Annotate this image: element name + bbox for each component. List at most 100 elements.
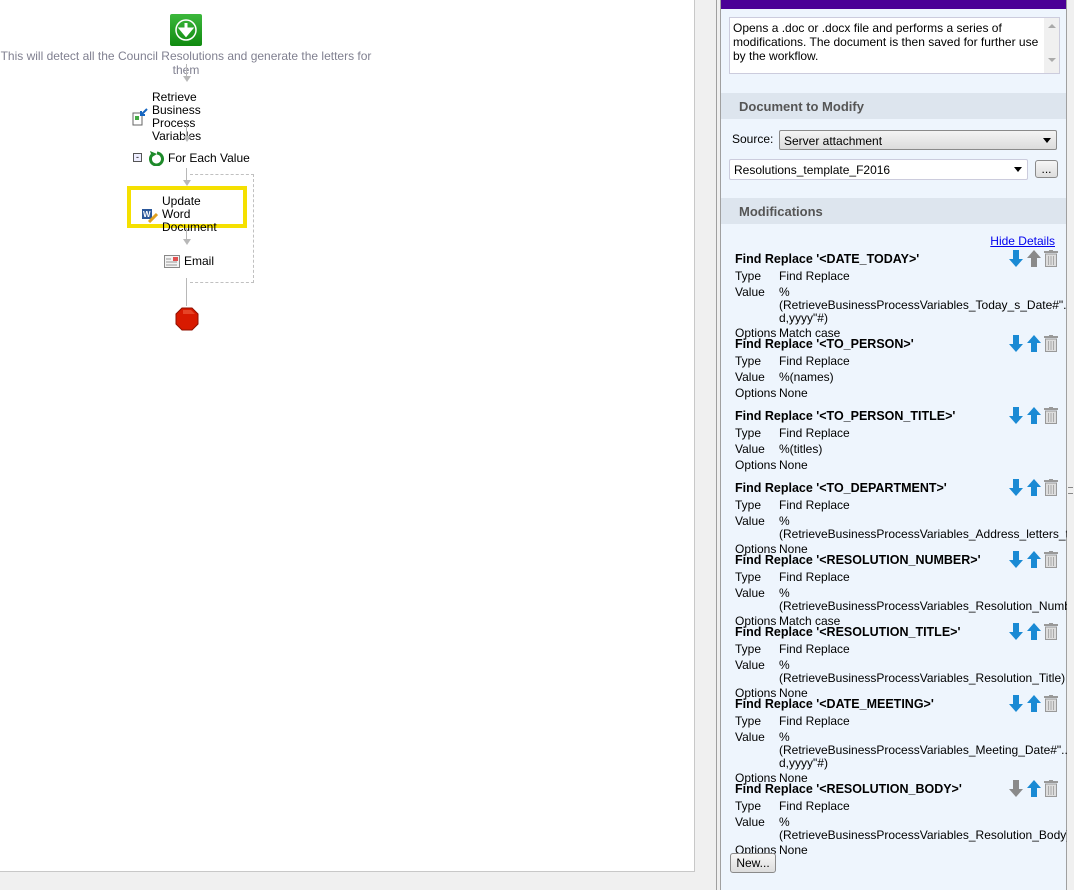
- value-label: Value: [735, 442, 765, 456]
- delete-icon[interactable]: [1044, 407, 1058, 424]
- modification-actions: [1008, 407, 1058, 424]
- panel-scrollbar[interactable]: [1067, 0, 1074, 890]
- delete-icon[interactable]: [1044, 479, 1058, 496]
- move-down-icon[interactable]: [1008, 780, 1024, 797]
- value-label: Value: [735, 285, 765, 299]
- modification-item[interactable]: Find Replace '<TO_PERSON>' Type Find Repl…: [735, 335, 1060, 401]
- email-icon: [164, 255, 180, 268]
- move-down-icon[interactable]: [1008, 695, 1024, 712]
- modification-item[interactable]: Find Replace '<DATE_TODAY>' Type Find Rep…: [735, 250, 1074, 341]
- modification-item[interactable]: Find Replace '<TO_DEPARTMENT>' Type Find …: [735, 479, 1074, 557]
- type-value: Find Replace: [779, 426, 850, 440]
- value-label: Value: [735, 370, 765, 384]
- value-value: %(names): [779, 370, 834, 384]
- move-up-icon[interactable]: [1026, 551, 1042, 568]
- move-down-icon[interactable]: [1008, 479, 1024, 496]
- step-update-word-document[interactable]: W Update Word Document: [142, 195, 232, 234]
- options-value: None: [779, 458, 808, 472]
- type-value: Find Replace: [779, 799, 850, 813]
- file-select[interactable]: Resolutions_template_F2016: [729, 159, 1028, 180]
- move-down-icon[interactable]: [1008, 623, 1024, 640]
- value-label: Value: [735, 730, 765, 744]
- delete-icon[interactable]: [1044, 780, 1058, 797]
- modification-item[interactable]: Find Replace '<RESOLUTION_BODY>' Type Fin…: [735, 780, 1071, 858]
- modification-actions: [1008, 250, 1058, 267]
- description-box[interactable]: Opens a .doc or .docx file and performs …: [729, 17, 1060, 74]
- delete-icon[interactable]: [1044, 551, 1058, 568]
- move-up-icon[interactable]: [1026, 479, 1042, 496]
- modification-item[interactable]: Find Replace '<DATE_MEETING>' Type Find R…: [735, 695, 1072, 786]
- move-up-icon[interactable]: [1026, 780, 1042, 797]
- move-down-icon[interactable]: [1008, 335, 1024, 352]
- splitter[interactable]: [716, 0, 717, 890]
- value-value: %(RetrieveBusinessProcessVariables_Resol…: [779, 586, 1074, 613]
- step-for-each[interactable]: For Each Value: [148, 150, 250, 166]
- move-up-icon[interactable]: [1026, 623, 1042, 640]
- modification-actions: [1008, 623, 1058, 640]
- value-value: %(RetrieveBusinessProcessVariables_Meeti…: [779, 730, 1072, 770]
- document-section-header: Document to Modify: [721, 93, 1066, 119]
- delete-icon[interactable]: [1044, 335, 1058, 352]
- step-label: Retrieve Business Process Variables: [152, 90, 202, 143]
- description-text: Opens a .doc or .docx file and performs …: [733, 21, 1039, 63]
- new-modification-button[interactable]: New...: [730, 853, 776, 873]
- move-down-icon[interactable]: [1008, 250, 1024, 267]
- hide-details-link[interactable]: Hide Details: [990, 234, 1055, 248]
- svg-text:W: W: [143, 210, 151, 219]
- properties-panel: Opens a .doc or .docx file and performs …: [720, 0, 1074, 890]
- word-document-icon: W: [142, 208, 158, 223]
- start-icon[interactable]: [170, 14, 202, 46]
- value-value: %(RetrieveBusinessProcessVariables_Today…: [779, 285, 1074, 325]
- type-label: Type: [735, 354, 762, 368]
- type-label: Type: [735, 714, 762, 728]
- options-label: Options: [735, 458, 777, 472]
- type-label: Type: [735, 642, 762, 656]
- value-label: Value: [735, 586, 765, 600]
- step-email[interactable]: Email: [164, 255, 214, 268]
- move-up-icon[interactable]: [1026, 407, 1042, 424]
- value-label: Value: [735, 514, 765, 528]
- stop-icon[interactable]: [175, 307, 199, 334]
- step-label: Email: [184, 254, 215, 268]
- options-label: Options: [735, 386, 777, 400]
- loop-icon: [149, 151, 164, 166]
- source-value: Server attachment: [784, 134, 883, 148]
- value-value: %(titles): [779, 442, 823, 456]
- retrieve-variables-icon: [132, 108, 148, 126]
- delete-icon[interactable]: [1044, 250, 1058, 267]
- modification-actions: [1008, 695, 1058, 712]
- source-label: Source:: [732, 132, 774, 146]
- delete-icon[interactable]: [1044, 623, 1058, 640]
- move-up-icon[interactable]: [1026, 335, 1042, 352]
- workflow-canvas[interactable]: This will detect all the Council Resolut…: [0, 0, 695, 872]
- modification-item[interactable]: Find Replace '<RESOLUTION_NUMBER>' Type F…: [735, 551, 1074, 629]
- move-up-icon[interactable]: [1026, 695, 1042, 712]
- modifications-section-header: Modifications: [721, 198, 1066, 224]
- type-value: Find Replace: [779, 642, 850, 656]
- browse-button[interactable]: ...: [1035, 160, 1058, 178]
- value-label: Value: [735, 658, 765, 672]
- collapse-toggle[interactable]: -: [133, 153, 142, 162]
- type-label: Type: [735, 426, 762, 440]
- modification-actions: [1008, 335, 1058, 352]
- delete-icon[interactable]: [1044, 695, 1058, 712]
- move-down-icon[interactable]: [1008, 407, 1024, 424]
- modification-actions: [1008, 780, 1058, 797]
- modification-item[interactable]: Find Replace '<TO_PERSON_TITLE>' Type Fin…: [735, 407, 1060, 473]
- value-value: %(RetrieveBusinessProcessVariables_Resol…: [779, 658, 1066, 685]
- source-select[interactable]: Server attachment: [779, 130, 1057, 150]
- modification-item[interactable]: Find Replace '<RESOLUTION_TITLE>' Type Fi…: [735, 623, 1066, 701]
- move-down-icon[interactable]: [1008, 551, 1024, 568]
- type-label: Type: [735, 570, 762, 584]
- step-label: For Each Value: [168, 150, 250, 165]
- description-scrollbar[interactable]: [1044, 18, 1059, 73]
- type-label: Type: [735, 498, 762, 512]
- chevron-down-icon: [1014, 167, 1022, 172]
- value-label: Value: [735, 815, 765, 829]
- type-value: Find Replace: [779, 570, 850, 584]
- move-up-icon[interactable]: [1026, 250, 1042, 267]
- value-value: %(RetrieveBusinessProcessVariables_Resol…: [779, 815, 1071, 842]
- modification-actions: [1008, 479, 1058, 496]
- options-value: None: [779, 386, 808, 400]
- type-value: Find Replace: [779, 714, 850, 728]
